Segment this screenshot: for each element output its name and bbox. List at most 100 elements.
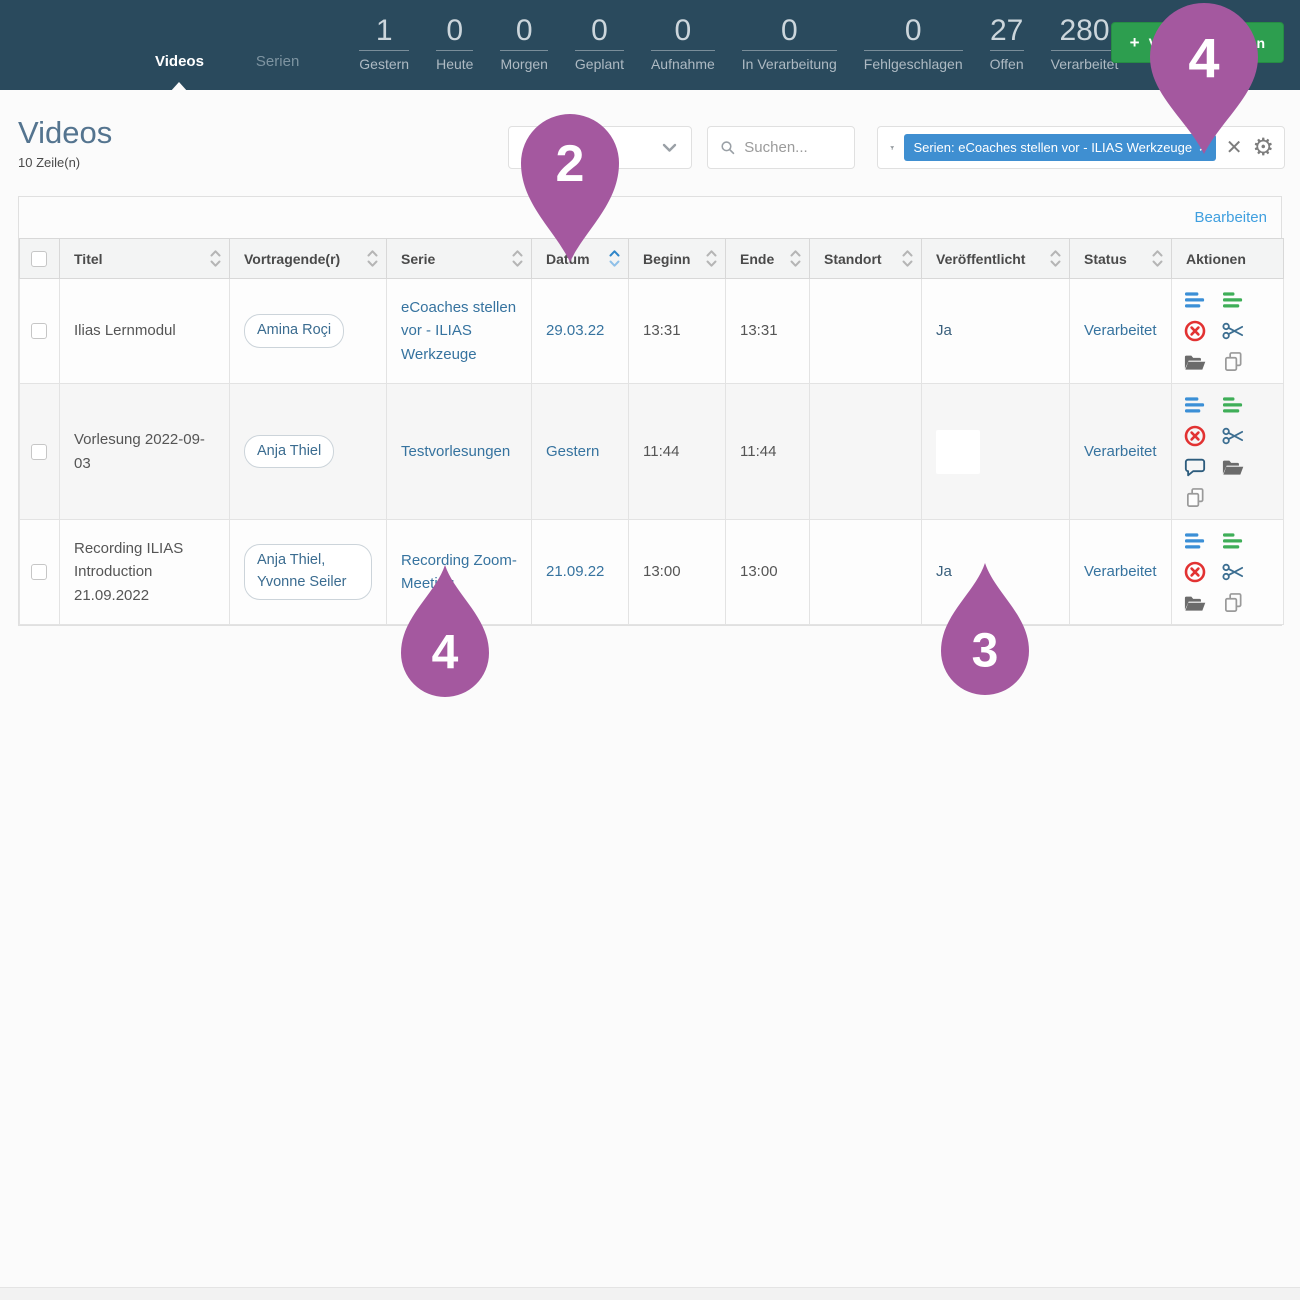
table-row: Vorlesung 2022-09-03 Anja Thiel Testvorl… bbox=[20, 384, 1284, 520]
cell-end: 13:00 bbox=[726, 520, 810, 625]
status-link[interactable]: Verarbeitet bbox=[1084, 563, 1157, 580]
column-header-status[interactable]: Status bbox=[1070, 239, 1172, 279]
delete-icon[interactable] bbox=[1184, 425, 1206, 447]
series-link[interactable]: Testvorlesungen bbox=[401, 443, 510, 460]
duplicate-icon[interactable] bbox=[1184, 487, 1206, 509]
duplicate-icon[interactable] bbox=[1222, 351, 1244, 373]
cell-title: Ilias Lernmodul bbox=[60, 279, 230, 384]
presenter-chip[interactable]: Anja Thiel bbox=[244, 435, 334, 469]
sort-icon[interactable] bbox=[790, 249, 801, 268]
publications-icon[interactable] bbox=[1222, 394, 1244, 416]
stat-gestern[interactable]: 1 Gestern bbox=[359, 16, 409, 72]
sort-icon[interactable] bbox=[1050, 249, 1061, 268]
plus-icon: + bbox=[1130, 33, 1140, 53]
sort-icon[interactable] bbox=[1152, 249, 1163, 268]
cell-actions bbox=[1172, 520, 1284, 625]
cut-editor-icon[interactable] bbox=[1222, 320, 1244, 342]
tab-videos[interactable]: Videos bbox=[155, 53, 204, 72]
published-placeholder bbox=[936, 430, 980, 474]
assets-folder-icon[interactable] bbox=[1184, 592, 1206, 614]
cell-series: eCoaches stellen vor - ILIAS Werkzeuge bbox=[387, 279, 532, 384]
row-checkbox[interactable] bbox=[31, 564, 47, 580]
sort-icon[interactable] bbox=[367, 249, 378, 268]
duplicate-icon[interactable] bbox=[1222, 592, 1244, 614]
stat-fehlgeschlagen[interactable]: 0 Fehlgeschlagen bbox=[864, 16, 963, 72]
cell-title: Recording ILIAS Introduction 21.09.2022 bbox=[60, 520, 230, 625]
details-icon[interactable] bbox=[1184, 530, 1206, 552]
sort-icon[interactable] bbox=[210, 249, 221, 268]
date-link[interactable]: 21.09.22 bbox=[546, 563, 604, 580]
sort-icon[interactable] bbox=[706, 249, 717, 268]
videos-table-card: Bearbeiten Titel Vortragende(r) bbox=[18, 196, 1282, 626]
cell-presenters: Amina Roçi bbox=[230, 279, 387, 384]
tab-serien[interactable]: Serien bbox=[256, 53, 299, 72]
cut-editor-icon[interactable] bbox=[1222, 425, 1244, 447]
row-count: 10 Zeile(n) bbox=[18, 155, 112, 170]
publications-icon[interactable] bbox=[1222, 530, 1244, 552]
footer-strip bbox=[0, 1287, 1300, 1300]
cell-title: Vorlesung 2022-09-03 bbox=[60, 384, 230, 520]
stat-geplant[interactable]: 0 Geplant bbox=[575, 16, 624, 72]
cell-end: 11:44 bbox=[726, 384, 810, 520]
column-header-aktionen: Aktionen bbox=[1172, 239, 1284, 279]
row-checkbox[interactable] bbox=[31, 323, 47, 339]
cell-date: Gestern bbox=[532, 384, 629, 520]
cell-status: Verarbeitet bbox=[1070, 279, 1172, 384]
status-link[interactable]: Verarbeitet bbox=[1084, 322, 1157, 339]
column-header-standort[interactable]: Standort bbox=[810, 239, 922, 279]
cell-date: 21.09.22 bbox=[532, 520, 629, 625]
table-row: Recording ILIAS Introduction 21.09.2022 … bbox=[20, 520, 1284, 625]
details-icon[interactable] bbox=[1184, 289, 1206, 311]
cell-presenters: Anja Thiel bbox=[230, 384, 387, 520]
stat-verarbeitet[interactable]: 280 Verarbeitet bbox=[1051, 16, 1119, 72]
annotation-marker-4-bottom: 4 bbox=[399, 563, 491, 704]
row-checkbox[interactable] bbox=[31, 444, 47, 460]
column-header-ende[interactable]: Ende bbox=[726, 239, 810, 279]
search-input[interactable] bbox=[744, 139, 844, 156]
cell-start: 13:31 bbox=[629, 279, 726, 384]
publications-icon[interactable] bbox=[1222, 289, 1244, 311]
column-header-beginn[interactable]: Beginn bbox=[629, 239, 726, 279]
active-tab-notch bbox=[170, 82, 188, 92]
cell-location bbox=[810, 520, 922, 625]
column-header-vortragende[interactable]: Vortragende(r) bbox=[230, 239, 387, 279]
stat-heute[interactable]: 0 Heute bbox=[436, 16, 473, 72]
select-all-checkbox[interactable] bbox=[31, 251, 47, 267]
event-status-counters: 1 Gestern 0 Heute 0 Morgen 0 Geplant 0 A… bbox=[359, 16, 1118, 72]
stat-aufnahme[interactable]: 0 Aufnahme bbox=[651, 16, 715, 72]
annotation-marker-3: 3 bbox=[939, 561, 1031, 702]
cell-start: 13:00 bbox=[629, 520, 726, 625]
top-navbar: Videos Serien 1 Gestern 0 Heute 0 Morgen… bbox=[0, 0, 1300, 90]
cell-published: Ja bbox=[922, 279, 1070, 384]
stat-offen[interactable]: 27 Offen bbox=[990, 16, 1024, 72]
cell-published bbox=[922, 384, 1070, 520]
series-link[interactable]: eCoaches stellen vor - ILIAS Werkzeuge bbox=[401, 299, 516, 363]
date-link[interactable]: 29.03.22 bbox=[546, 322, 604, 339]
assets-folder-icon[interactable] bbox=[1184, 351, 1206, 373]
details-icon[interactable] bbox=[1184, 394, 1206, 416]
presenter-chip[interactable]: Anja Thiel, Yvonne Seiler bbox=[244, 544, 372, 600]
cell-start: 11:44 bbox=[629, 384, 726, 520]
sort-icon[interactable] bbox=[902, 249, 913, 268]
filter-funnel-icon[interactable] bbox=[890, 139, 894, 157]
cut-editor-icon[interactable] bbox=[1222, 561, 1244, 583]
cell-location bbox=[810, 279, 922, 384]
delete-icon[interactable] bbox=[1184, 320, 1206, 342]
presenter-chip[interactable]: Amina Roçi bbox=[244, 314, 344, 348]
assets-folder-icon[interactable] bbox=[1222, 456, 1244, 478]
stat-in-verarbeitung[interactable]: 0 In Verarbeitung bbox=[742, 16, 837, 72]
stat-morgen[interactable]: 0 Morgen bbox=[500, 16, 547, 72]
cell-end: 13:31 bbox=[726, 279, 810, 384]
column-header-veroeffentlicht[interactable]: Veröffentlicht bbox=[922, 239, 1070, 279]
column-header-titel[interactable]: Titel bbox=[60, 239, 230, 279]
status-link[interactable]: Verarbeitet bbox=[1084, 443, 1157, 460]
column-header-serie[interactable]: Serie bbox=[387, 239, 532, 279]
comments-icon[interactable] bbox=[1184, 456, 1206, 478]
delete-icon[interactable] bbox=[1184, 561, 1206, 583]
date-link[interactable]: Gestern bbox=[546, 443, 599, 460]
chevron-down-icon bbox=[662, 143, 677, 153]
cell-status: Verarbeitet bbox=[1070, 384, 1172, 520]
annotation-marker-2: 2 bbox=[519, 112, 621, 269]
cell-actions bbox=[1172, 279, 1284, 384]
edit-columns-link[interactable]: Bearbeiten bbox=[1194, 209, 1267, 226]
